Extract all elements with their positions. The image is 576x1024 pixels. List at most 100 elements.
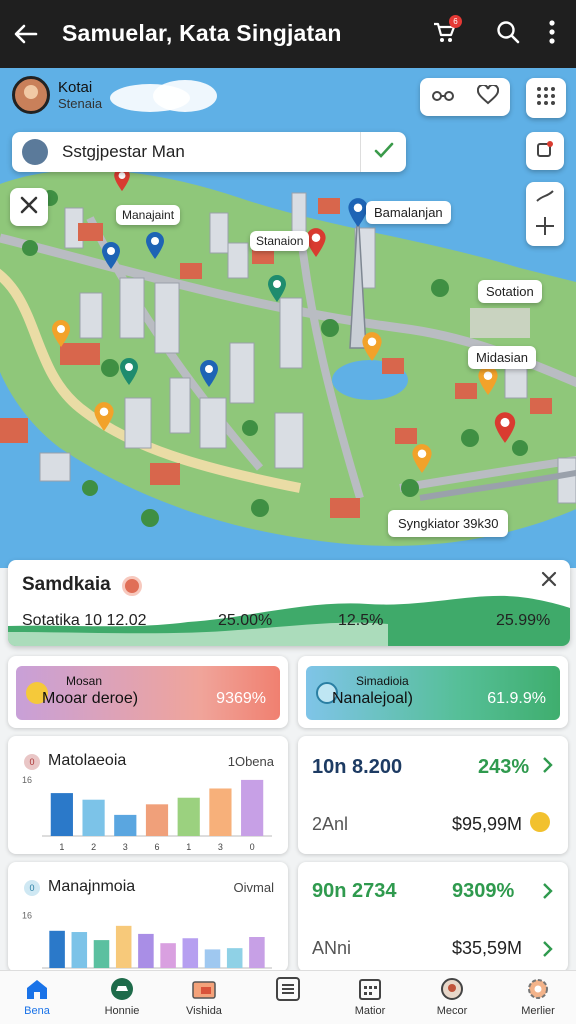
chevron-right-icon[interactable]: [542, 756, 554, 779]
kpi-card[interactable]: 10n 8.200 243% 2Anl $95,99M: [298, 736, 568, 854]
city-map[interactable]: Manajaint Bamalanjan Stanaion Sotation M…: [0, 68, 576, 568]
close-icon: [541, 571, 557, 592]
chart-bar[interactable]: [49, 930, 65, 968]
nav-label: Merlier: [521, 1005, 555, 1017]
map-pin-orange[interactable]: [50, 318, 72, 353]
stat-card[interactable]: Mosan Mooar deroe) 9369%: [8, 656, 288, 728]
chart-card[interactable]: 0 Matolaeoia 1Obena 16 1 2 3 6 1 3 0: [8, 736, 288, 854]
chart-bar[interactable]: [177, 797, 200, 836]
chart-bar[interactable]: [145, 804, 169, 836]
nav-item-mecor[interactable]: Mecor: [416, 977, 488, 1017]
profile-subtitle: Stenaia: [58, 96, 103, 111]
chart-bar[interactable]: [249, 937, 265, 968]
chart-bar[interactable]: [115, 925, 132, 968]
x-tick-label: 2: [91, 842, 96, 852]
x-tick-label: 6: [154, 842, 159, 852]
chart-bar[interactable]: [182, 938, 199, 968]
summary-label: Sotatika 10 12.02: [22, 612, 147, 629]
x-tick-label: 3: [218, 842, 223, 852]
nav-item-merlier[interactable]: Merlier: [502, 977, 574, 1017]
gear-icon: [525, 977, 551, 1001]
stat-pill[interactable]: Mosan Mooar deroe) 9369%: [16, 666, 280, 720]
stat-pill[interactable]: Simadioia Nanalejoal) 61.9.9%: [306, 666, 560, 720]
map-label[interactable]: Midasian: [468, 346, 537, 369]
confirm-button[interactable]: [360, 132, 406, 172]
map-label[interactable]: Sotation: [478, 280, 542, 303]
map-pin-blue[interactable]: [100, 240, 122, 275]
map-label[interactable]: Syngkiator 39k30: [388, 510, 509, 537]
x-tick-label: 0: [250, 842, 255, 852]
chart-bar[interactable]: [209, 788, 232, 836]
stat-number: 61.9.9%: [487, 690, 546, 707]
close-button[interactable]: [530, 562, 568, 600]
location-share-icon: [535, 139, 555, 164]
map-label[interactable]: Manajaint: [116, 205, 181, 225]
stat-card[interactable]: Simadioia Nanalejoal) 61.9.9%: [298, 656, 568, 728]
chevron-right-icon[interactable]: [542, 940, 554, 963]
nav-item-home[interactable]: Bena: [1, 977, 73, 1017]
nav-item-honnie[interactable]: Honnie: [86, 977, 158, 1017]
binoculars-icon[interactable]: [431, 86, 455, 109]
chart-bar[interactable]: [226, 948, 243, 968]
tools-button[interactable]: [10, 188, 48, 226]
chart-card-icon: 0: [24, 880, 40, 896]
nav-label: Bena: [24, 1005, 50, 1017]
map-pin-orange[interactable]: [476, 364, 500, 401]
bar-chart: 16: [22, 910, 272, 969]
kpi-sub: ANni: [312, 938, 352, 958]
chart-bar[interactable]: [114, 814, 137, 836]
cart-badge: 6: [449, 15, 462, 28]
map-profile[interactable]: Kotai Stenaia: [12, 76, 102, 114]
kpi-value: 90n 2734: [312, 880, 397, 902]
heart-icon[interactable]: [476, 83, 500, 110]
chart-bar[interactable]: [50, 793, 73, 836]
chart-bar[interactable]: [138, 933, 154, 968]
map-search-input[interactable]: Sstgjpestar Man: [62, 142, 360, 162]
y-tick-label: 16: [22, 775, 32, 785]
map-pin-blue[interactable]: [198, 358, 220, 393]
kpi-money: $35,59M: [452, 938, 523, 958]
map-view-toggle[interactable]: [420, 78, 510, 116]
avatar[interactable]: [12, 76, 50, 114]
x-tick-label: 1: [59, 842, 64, 852]
map-pin-orange[interactable]: [410, 442, 434, 479]
search-button[interactable]: [492, 18, 524, 50]
grid-menu-button[interactable]: [526, 78, 566, 118]
map-pin-blue[interactable]: [144, 230, 166, 265]
list-icon: [275, 977, 301, 1001]
chart-bar[interactable]: [241, 779, 264, 836]
nav-item-list[interactable]: [252, 977, 324, 1005]
nav-item-vishida[interactable]: Vishida: [168, 977, 240, 1017]
back-arrow-icon[interactable]: [12, 20, 40, 48]
folder-icon: [191, 977, 217, 1001]
map-pin-teal[interactable]: [118, 356, 140, 391]
profile-name: Kotai: [58, 79, 93, 96]
map-pin-red[interactable]: [492, 410, 518, 449]
bar-chart: 16 1 2 3 6 1 3 0: [22, 775, 272, 852]
kpi-card[interactable]: 90n 2734 9309% ANni $35,59M: [298, 862, 568, 972]
chevron-right-icon[interactable]: [542, 882, 554, 905]
compass-button[interactable]: [526, 182, 564, 246]
chart-bar[interactable]: [93, 940, 110, 968]
layers-button[interactable]: [526, 132, 564, 170]
cart-button[interactable]: 6: [428, 15, 462, 50]
chart-bar[interactable]: [204, 949, 221, 968]
chart-bar[interactable]: [82, 799, 105, 836]
nav-label: Matior: [354, 1005, 386, 1017]
app-title: Samuelar, Kata Singjatan: [62, 20, 342, 46]
map-pin-teal[interactable]: [266, 273, 288, 308]
map-label[interactable]: Stanaion: [250, 231, 310, 251]
map-label[interactable]: Bamalanjan: [366, 201, 451, 224]
more-menu-button[interactable]: [536, 18, 568, 50]
nav-item-matior[interactable]: Matior: [334, 977, 406, 1017]
map-pin-orange[interactable]: [360, 330, 384, 367]
map-search-bar[interactable]: Sstgjpestar Man: [12, 132, 406, 172]
chart-bar[interactable]: [71, 932, 88, 968]
chart-card[interactable]: 0 Manajnmoia Oivmal 16: [8, 862, 288, 972]
summary-card[interactable]: Samdkaia Sotatika 10 12.02 25.00% 12.5% …: [8, 560, 570, 646]
top-app-bar: Samuelar, Kata Singjatan 6: [0, 0, 576, 68]
kpi-money: $95,99M: [452, 814, 523, 834]
map-pin-orange[interactable]: [92, 400, 116, 437]
chart-bar[interactable]: [160, 943, 176, 968]
more-vert-icon: [548, 19, 556, 50]
